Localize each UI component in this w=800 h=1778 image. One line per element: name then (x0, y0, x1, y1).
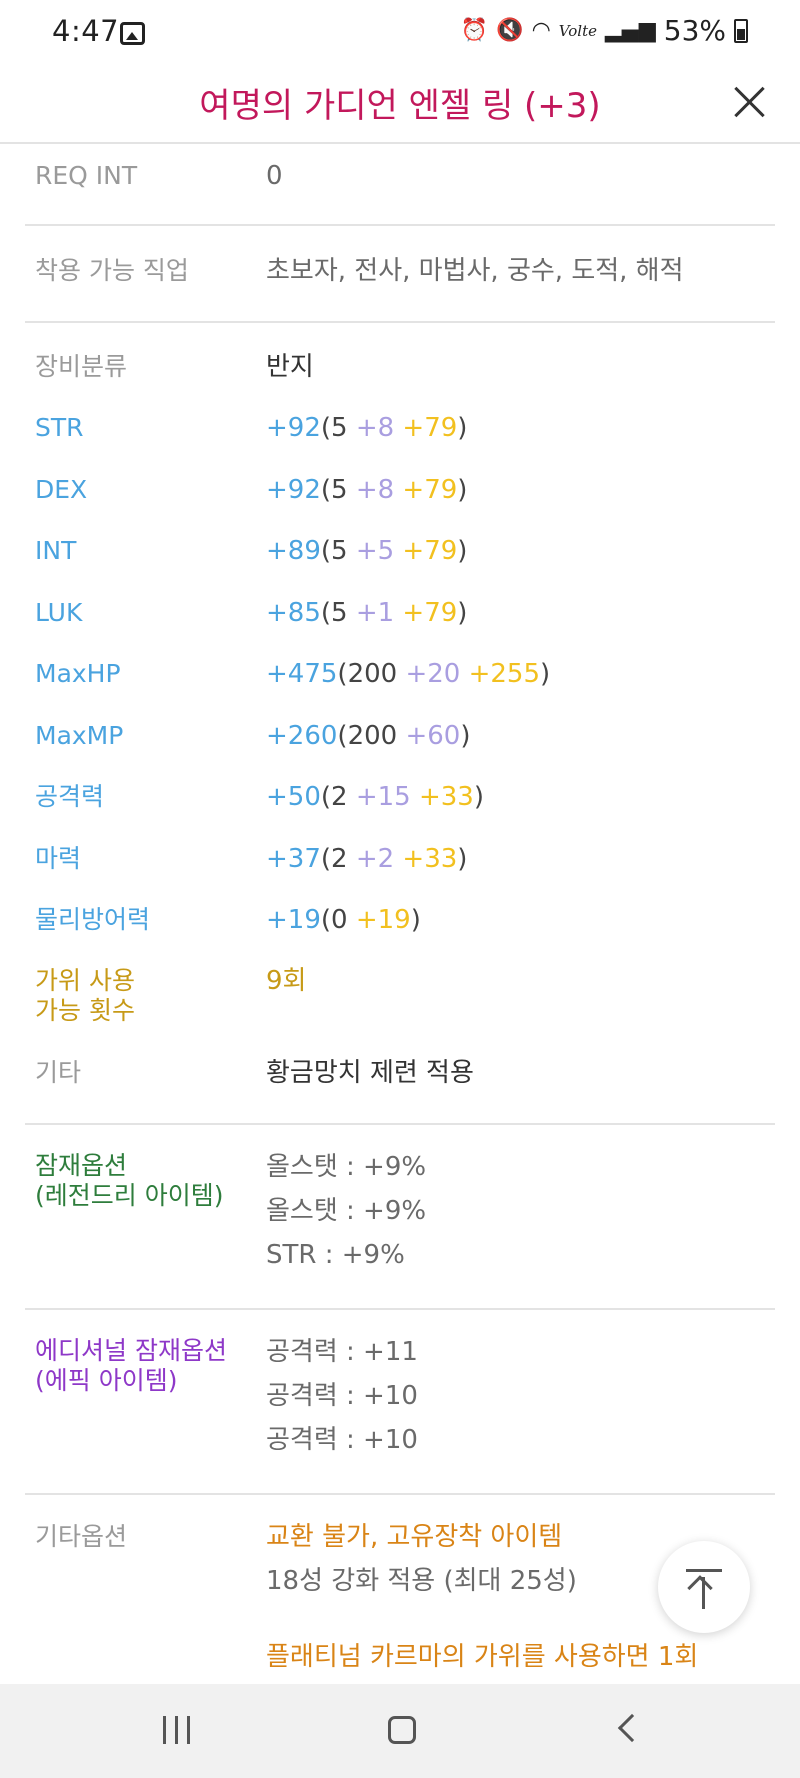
stat-value: +19(0 +19) (266, 905, 421, 935)
other-options-label: 기타옵션 (35, 1522, 128, 1551)
wifi-icon: ◠ (531, 18, 551, 43)
item-detail-content[interactable]: REQ INT 0 착용 가능 직업 초보자, 전사, 마법사, 궁수, 도적,… (0, 146, 800, 1684)
stat-label: 물리방어력 (35, 905, 151, 934)
other-options-line1: 교환 불가, 고유장착 아이템 (266, 1522, 563, 1552)
other-options-line2: 18성 강화 적용 (최대 25성) (266, 1566, 577, 1596)
category-value: 반지 (266, 352, 314, 382)
stat-label: INT (35, 536, 77, 565)
stat-value: +85(5 +1 +79) (266, 598, 468, 628)
stat-value: +89(5 +5 +79) (266, 536, 468, 566)
alarm-icon: ⏰ (460, 18, 489, 43)
scissors-value: 9회 (266, 966, 307, 996)
arrow-up-icon (686, 1569, 722, 1572)
stat-value: +475(200 +20 +255) (266, 659, 551, 689)
status-bar: 4:47 ⏰ 🔇 ◠ Volte ▂▄▆ 53% (0, 0, 800, 66)
divider (25, 1308, 775, 1310)
status-icons: ⏰ 🔇 ◠ Volte ▂▄▆ 53% (461, 14, 748, 47)
system-nav-bar (0, 1684, 800, 1778)
divider (25, 1123, 775, 1125)
battery-level: 53% (663, 14, 726, 47)
stat-value: +37(2 +2 +33) (266, 844, 468, 874)
additional-potential-label: 에디셔널 잠재옵션 (에픽 아이템) (35, 1336, 227, 1395)
stat-value: +50(2 +15 +33) (266, 782, 484, 812)
stat-label: 마력 (35, 844, 82, 873)
stat-label: LUK (35, 598, 83, 627)
battery-icon (734, 18, 748, 43)
volte-icon: Volte (558, 21, 597, 40)
jobs-label: 착용 가능 직업 (35, 256, 189, 285)
divider (25, 1493, 775, 1495)
etc-label: 기타 (35, 1058, 82, 1087)
divider (25, 321, 775, 323)
home-icon[interactable] (388, 1716, 416, 1744)
potential-label: 잠재옵션 (레전드리 아이템) (35, 1151, 224, 1210)
additional-potential-values: 공격력 : +11 공격력 : +10 공격력 : +10 (266, 1337, 418, 1455)
scroll-top-button[interactable] (658, 1541, 750, 1633)
recent-apps-icon[interactable] (163, 1716, 193, 1744)
etc-value: 황금망치 제련 적용 (266, 1058, 474, 1088)
other-options-line3: 플래티넘 카르마의 가위를 사용하면 1회 (266, 1642, 699, 1672)
stat-label: MaxHP (35, 659, 121, 688)
stat-value: +260(200 +60) (266, 721, 471, 751)
stat-label: DEX (35, 475, 88, 504)
stat-label: MaxMP (35, 721, 124, 750)
signal-icon: ▂▄▆ (605, 18, 656, 43)
req-int-label: REQ INT (35, 161, 138, 190)
item-title: 여명의 가디언 엔젤 링 (+3) (199, 86, 601, 126)
scissors-label: 가위 사용 가능 횟수 (35, 966, 135, 1025)
status-time: 4:47 (52, 14, 120, 48)
item-header: 여명의 가디언 엔젤 링 (+3) (0, 66, 800, 144)
stat-value: +92(5 +8 +79) (266, 413, 468, 443)
divider (25, 224, 775, 226)
stat-label: STR (35, 413, 84, 442)
mute-icon: 🔇 (496, 18, 524, 43)
potential-values: 올스탯 : +9% 올스탯 : +9% STR : +9% (266, 1152, 427, 1270)
jobs-value: 초보자, 전사, 마법사, 궁수, 도적, 해적 (266, 256, 684, 286)
gallery-icon (120, 22, 145, 45)
category-label: 장비분류 (35, 352, 128, 381)
back-icon[interactable] (617, 1713, 647, 1743)
req-int-value: 0 (266, 161, 283, 191)
stat-label: 공격력 (35, 782, 105, 811)
close-icon[interactable] (728, 80, 772, 124)
stat-value: +92(5 +8 +79) (266, 475, 468, 505)
